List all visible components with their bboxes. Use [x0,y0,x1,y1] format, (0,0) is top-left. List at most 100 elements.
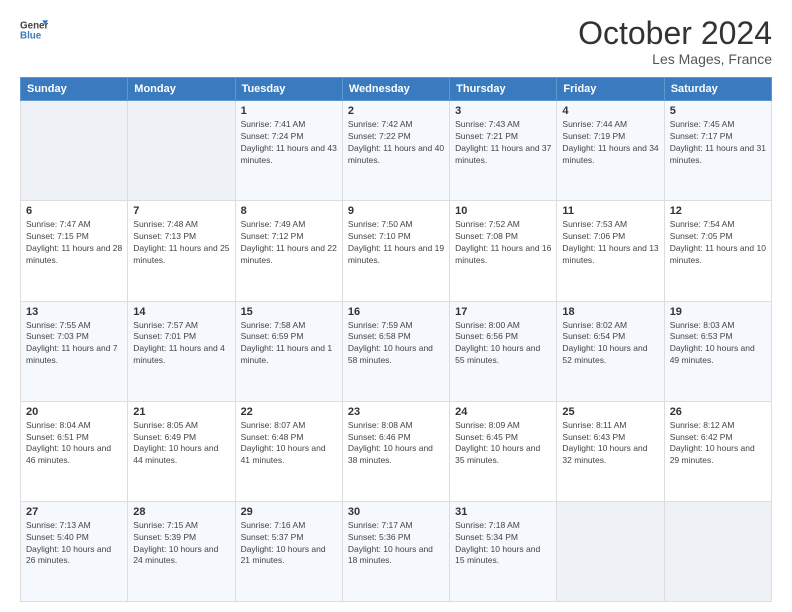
calendar-day-cell: 12Sunrise: 7:54 AMSunset: 7:05 PMDayligh… [664,201,771,301]
daylight-text: Daylight: 10 hours and 35 minutes. [455,443,551,467]
calendar-day-cell: 19 Sunrise: 8:03 AMSunset: 6:53 PMDayligh… [664,301,771,401]
sunset-text: Sunset: 7:21 PM [455,131,551,143]
calendar-day-cell: 10Sunrise: 7:52 AMSunset: 7:08 PMDayligh… [450,201,557,301]
day-number: 3 [455,105,551,117]
calendar-day-cell: 20 Sunrise: 8:04 AMSunset: 6:51 PMDayligh… [21,401,128,501]
day-info: Sunrise: 7:59 AMSunset: 6:58 PMDaylight:… [348,320,444,368]
weekday-header-cell: Wednesday [342,78,449,101]
daylight-text: Daylight: 11 hours and 40 minutes. [348,143,444,167]
sunset-text: Sunset: 7:24 PM [241,131,337,143]
day-number: 22 [241,406,337,418]
location: Les Mages, France [578,51,772,67]
sunrise-text: Sunrise: 7:42 AM [348,119,444,131]
calendar-day-cell: 4Sunrise: 7:44 AMSunset: 7:19 PMDaylight… [557,101,664,201]
sunset-text: Sunset: 6:42 PM [670,432,766,444]
sunset-text: Sunset: 7:19 PM [562,131,658,143]
sunrise-text: Sunrise: 7:47 AM [26,219,122,231]
daylight-text: Daylight: 10 hours and 44 minutes. [133,443,229,467]
sunrise-text: Sunrise: 7:54 AM [670,219,766,231]
calendar-day-cell [21,101,128,201]
sunset-text: Sunset: 7:22 PM [348,131,444,143]
sunrise-text: Sunrise: 7:45 AM [670,119,766,131]
sunset-text: Sunset: 7:03 PM [26,331,122,343]
calendar-day-cell: 1Sunrise: 7:41 AMSunset: 7:24 PMDaylight… [235,101,342,201]
daylight-text: Daylight: 11 hours and 28 minutes. [26,243,122,267]
day-info: Sunrise: 7:53 AMSunset: 7:06 PMDaylight:… [562,219,658,267]
day-number: 19 [670,306,766,318]
day-number: 9 [348,205,444,217]
daylight-text: Daylight: 11 hours and 4 minutes. [133,343,229,367]
day-info: Sunrise: 7:54 AMSunset: 7:05 PMDaylight:… [670,219,766,267]
day-number: 28 [133,506,229,518]
calendar-day-cell: 13Sunrise: 7:55 AMSunset: 7:03 PMDayligh… [21,301,128,401]
calendar-day-cell: 11Sunrise: 7:53 AMSunset: 7:06 PMDayligh… [557,201,664,301]
calendar-day-cell: 9Sunrise: 7:50 AMSunset: 7:10 PMDaylight… [342,201,449,301]
calendar-day-cell: 7Sunrise: 7:48 AMSunset: 7:13 PMDaylight… [128,201,235,301]
weekday-header-cell: Sunday [21,78,128,101]
day-number: 24 [455,406,551,418]
day-number: 21 [133,406,229,418]
calendar-day-cell: 16Sunrise: 7:59 AMSunset: 6:58 PMDayligh… [342,301,449,401]
daylight-text: Daylight: 10 hours and 15 minutes. [455,544,551,568]
daylight-text: Daylight: 10 hours and 49 minutes. [670,343,766,367]
daylight-text: Daylight: 10 hours and 38 minutes. [348,443,444,467]
title-block: October 2024 Les Mages, France [578,16,772,67]
sunrise-text: Sunrise: 7:49 AM [241,219,337,231]
day-info: Sunrise: 7:13 AMSunset: 5:40 PMDaylight:… [26,520,122,568]
day-info: Sunrise: 7:15 AMSunset: 5:39 PMDaylight:… [133,520,229,568]
daylight-text: Daylight: 10 hours and 41 minutes. [241,443,337,467]
day-info: Sunrise: 8:02 AMSunset: 6:54 PMDaylight:… [562,320,658,368]
header: General Blue October 2024 Les Mages, Fra… [20,16,772,67]
sunrise-text: Sunrise: 7:15 AM [133,520,229,532]
weekday-header-cell: Tuesday [235,78,342,101]
sunset-text: Sunset: 6:58 PM [348,331,444,343]
day-info: Sunrise: 7:48 AMSunset: 7:13 PMDaylight:… [133,219,229,267]
calendar-week-row: 1Sunrise: 7:41 AMSunset: 7:24 PMDaylight… [21,101,772,201]
day-info: Sunrise: 7:18 AMSunset: 5:34 PMDaylight:… [455,520,551,568]
daylight-text: Daylight: 10 hours and 21 minutes. [241,544,337,568]
day-info: Sunrise: 7:58 AMSunset: 6:59 PMDaylight:… [241,320,337,368]
sunrise-text: Sunrise: 8:00 AM [455,320,551,332]
day-info: Sunrise: 8:03 AMSunset: 6:53 PMDaylight:… [670,320,766,368]
daylight-text: Daylight: 10 hours and 58 minutes. [348,343,444,367]
day-info: Sunrise: 7:55 AMSunset: 7:03 PMDaylight:… [26,320,122,368]
day-number: 20 [26,406,122,418]
sunrise-text: Sunrise: 7:44 AM [562,119,658,131]
calendar-week-row: 13Sunrise: 7:55 AMSunset: 7:03 PMDayligh… [21,301,772,401]
day-info: Sunrise: 8:05 AMSunset: 6:49 PMDaylight:… [133,420,229,468]
sunrise-text: Sunrise: 7:59 AM [348,320,444,332]
sunrise-text: Sunrise: 7:18 AM [455,520,551,532]
day-info: Sunrise: 7:43 AMSunset: 7:21 PMDaylight:… [455,119,551,167]
day-info: Sunrise: 8:04 AMSunset: 6:51 PMDaylight:… [26,420,122,468]
calendar-day-cell: 5Sunrise: 7:45 AMSunset: 7:17 PMDaylight… [664,101,771,201]
weekday-header-cell: Monday [128,78,235,101]
sunrise-text: Sunrise: 7:17 AM [348,520,444,532]
day-info: Sunrise: 7:57 AMSunset: 7:01 PMDaylight:… [133,320,229,368]
calendar-table: SundayMondayTuesdayWednesdayThursdayFrid… [20,77,772,602]
sunrise-text: Sunrise: 7:16 AM [241,520,337,532]
sunset-text: Sunset: 7:06 PM [562,231,658,243]
daylight-text: Daylight: 11 hours and 7 minutes. [26,343,122,367]
daylight-text: Daylight: 10 hours and 26 minutes. [26,544,122,568]
day-info: Sunrise: 8:12 AMSunset: 6:42 PMDaylight:… [670,420,766,468]
weekday-header-cell: Friday [557,78,664,101]
calendar-day-cell: 21 Sunrise: 8:05 AMSunset: 6:49 PMDayligh… [128,401,235,501]
daylight-text: Daylight: 11 hours and 19 minutes. [348,243,444,267]
sunset-text: Sunset: 5:40 PM [26,532,122,544]
calendar-day-cell [128,101,235,201]
daylight-text: Daylight: 11 hours and 1 minute. [241,343,337,367]
calendar-week-row: 6Sunrise: 7:47 AMSunset: 7:15 PMDaylight… [21,201,772,301]
daylight-text: Daylight: 10 hours and 29 minutes. [670,443,766,467]
day-info: Sunrise: 8:00 AMSunset: 6:56 PMDaylight:… [455,320,551,368]
calendar-day-cell: 2Sunrise: 7:42 AMSunset: 7:22 PMDaylight… [342,101,449,201]
calendar-day-cell [557,501,664,601]
sunrise-text: Sunrise: 8:07 AM [241,420,337,432]
sunrise-text: Sunrise: 8:12 AM [670,420,766,432]
sunrise-text: Sunrise: 7:52 AM [455,219,551,231]
day-info: Sunrise: 7:17 AMSunset: 5:36 PMDaylight:… [348,520,444,568]
sunset-text: Sunset: 6:54 PM [562,331,658,343]
calendar-week-row: 20 Sunrise: 8:04 AMSunset: 6:51 PMDayligh… [21,401,772,501]
sunrise-text: Sunrise: 7:13 AM [26,520,122,532]
sunrise-text: Sunrise: 7:48 AM [133,219,229,231]
sunset-text: Sunset: 7:15 PM [26,231,122,243]
